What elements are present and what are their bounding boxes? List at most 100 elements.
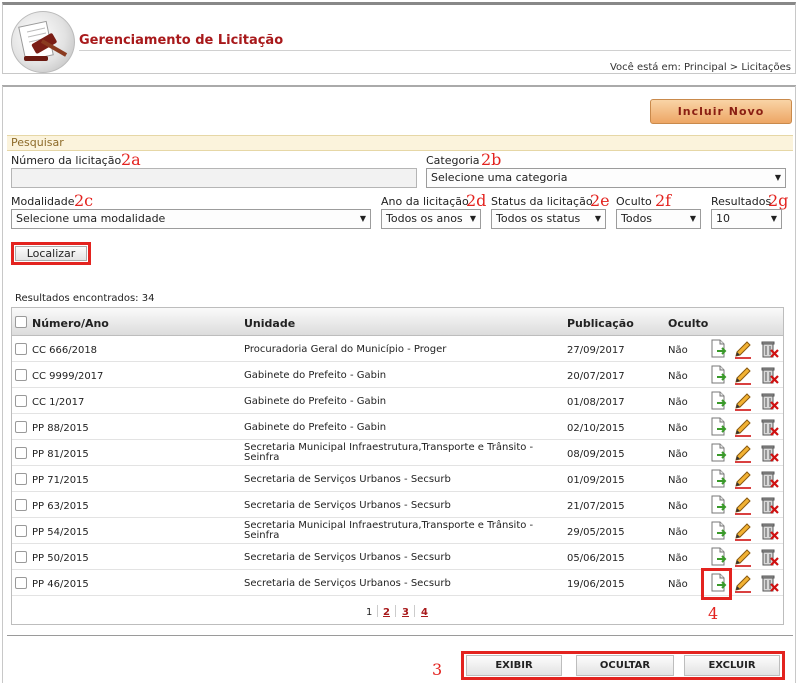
- export-icon[interactable]: [708, 521, 728, 541]
- cell-numero: CC 9999/2017: [32, 371, 104, 382]
- modalidade-label: Modalidade: [11, 195, 75, 208]
- table-row[interactable]: PP 88/2015 Gabinete do Prefeito - Gabin 02…: [12, 414, 783, 440]
- footer-divider: [7, 635, 793, 636]
- oculto-label: Oculto: [616, 195, 652, 208]
- row-checkbox[interactable]: [15, 421, 27, 433]
- row-checkbox[interactable]: [15, 343, 27, 355]
- cell-unidade: Gabinete do Prefeito - Gabin: [244, 396, 387, 407]
- export-icon[interactable]: [708, 495, 728, 515]
- cell-unidade: Secretaria Municipal Infraestrutura,Tran…: [244, 442, 534, 463]
- ano-select[interactable]: Todos os anos ▼: [381, 209, 481, 229]
- column-oculto[interactable]: Oculto: [668, 317, 708, 330]
- cell-oculto: Não: [668, 475, 688, 486]
- trash-delete-icon[interactable]: [759, 443, 779, 463]
- table-row[interactable]: CC 9999/2017 Gabinete do Prefeito - Gabin…: [12, 362, 783, 388]
- export-icon[interactable]: [708, 339, 728, 359]
- column-numero[interactable]: Número/Ano: [32, 317, 109, 330]
- status-select-value: Todos os status: [496, 212, 581, 225]
- export-icon[interactable]: [708, 469, 728, 489]
- cell-unidade: Procuradoria Geral do Município - Proger: [244, 344, 447, 355]
- resultados-select[interactable]: 10 ▼: [711, 209, 782, 229]
- row-checkbox[interactable]: [15, 499, 27, 511]
- column-unidade[interactable]: Unidade: [244, 317, 295, 330]
- row-checkbox[interactable]: [15, 551, 27, 563]
- find-button[interactable]: Localizar: [15, 246, 87, 261]
- table-row[interactable]: PP 54/2015 Secretaria Municipal Infraestr…: [12, 518, 783, 544]
- pencil-edit-icon[interactable]: [733, 443, 753, 463]
- trash-delete-icon[interactable]: [759, 417, 779, 437]
- annotation-2g: 2g: [768, 191, 789, 210]
- annotation-2c: 2c: [74, 191, 94, 210]
- chevron-down-icon: ▼: [774, 173, 781, 182]
- add-new-button[interactable]: Incluir Novo: [650, 99, 792, 124]
- header: Gerenciamento de Licitação Você está em:…: [2, 2, 796, 74]
- annotation-2a: 2a: [121, 150, 141, 169]
- export-icon[interactable]: [708, 391, 728, 411]
- pencil-edit-icon[interactable]: [733, 495, 753, 515]
- row-checkbox[interactable]: [15, 395, 27, 407]
- trash-delete-icon[interactable]: [759, 547, 779, 567]
- table-row[interactable]: CC 666/2018 Procuradoria Geral do Municíp…: [12, 336, 783, 362]
- ano-label: Ano da licitação: [381, 195, 469, 208]
- modalidade-select[interactable]: Selecione uma modalidade ▼: [11, 209, 371, 229]
- row-checkbox[interactable]: [15, 447, 27, 459]
- pagination-page-3[interactable]: 3: [402, 607, 409, 618]
- excluir-button[interactable]: EXCLUIR: [684, 655, 780, 676]
- trash-delete-icon[interactable]: [759, 495, 779, 515]
- export-icon[interactable]: [708, 365, 728, 385]
- chevron-down-icon: ▼: [594, 214, 601, 223]
- pagination-page-2[interactable]: 2: [383, 607, 390, 618]
- pencil-edit-icon[interactable]: [733, 391, 753, 411]
- trash-delete-icon[interactable]: [759, 521, 779, 541]
- table-row[interactable]: PP 50/2015 Secretaria de Serviços Urbanos…: [12, 544, 783, 570]
- categoria-select[interactable]: Selecione uma categoria ▼: [426, 168, 786, 188]
- row-checkbox[interactable]: [15, 577, 27, 589]
- status-select[interactable]: Todos os status ▼: [491, 209, 606, 229]
- trash-delete-icon[interactable]: [759, 573, 779, 593]
- row-checkbox[interactable]: [15, 473, 27, 485]
- row-checkbox[interactable]: [15, 525, 27, 537]
- pagination-separator: [395, 605, 396, 617]
- table-row[interactable]: PP 71/2015 Secretaria de Serviços Urbanos…: [12, 466, 783, 492]
- cell-numero: PP 54/2015: [32, 527, 89, 538]
- export-icon[interactable]: [708, 443, 728, 463]
- select-all-checkbox[interactable]: [15, 316, 27, 328]
- pencil-edit-icon[interactable]: [733, 547, 753, 567]
- column-publicacao[interactable]: Publicação: [567, 317, 634, 330]
- ocultar-button[interactable]: OCULTAR: [576, 655, 674, 676]
- table-row[interactable]: PP 63/2015 Secretaria de Serviços Urbanos…: [12, 492, 783, 518]
- row-checkbox[interactable]: [15, 369, 27, 381]
- pencil-edit-icon[interactable]: [733, 521, 753, 541]
- export-icon[interactable]: [708, 547, 728, 567]
- status-label: Status da licitação: [491, 195, 593, 208]
- annotation-2f: 2f: [655, 191, 672, 210]
- pencil-edit-icon[interactable]: [733, 573, 753, 593]
- table-row[interactable]: PP 46/2015 Secretaria de Serviços Urbanos…: [12, 570, 783, 596]
- annotation-2d: 2d: [466, 191, 487, 210]
- trash-delete-icon[interactable]: [759, 469, 779, 489]
- pencil-edit-icon[interactable]: [733, 417, 753, 437]
- resultados-select-value: 10: [716, 212, 730, 225]
- oculto-select[interactable]: Todos ▼: [616, 209, 701, 229]
- pencil-edit-icon[interactable]: [733, 469, 753, 489]
- trash-delete-icon[interactable]: [759, 391, 779, 411]
- categoria-select-value: Selecione uma categoria: [431, 171, 568, 184]
- table-row[interactable]: PP 81/2015 Secretaria Municipal Infraestr…: [12, 440, 783, 466]
- table-row[interactable]: CC 1/2017 Gabinete do Prefeito - Gabin 01/…: [12, 388, 783, 414]
- trash-delete-icon[interactable]: [759, 365, 779, 385]
- cell-publicacao: 29/05/2015: [567, 527, 625, 538]
- page-title: Gerenciamento de Licitação: [79, 33, 284, 48]
- title-underline: [79, 50, 791, 51]
- export-icon[interactable]: [708, 417, 728, 437]
- pencil-edit-icon[interactable]: [733, 339, 753, 359]
- cell-unidade: Secretaria de Serviços Urbanos - Secsurb: [244, 474, 451, 485]
- export-button-highlight: [701, 568, 732, 600]
- cell-numero: PP 88/2015: [32, 423, 89, 434]
- numero-input[interactable]: [11, 168, 417, 188]
- gavel-logo-icon: [11, 11, 75, 73]
- annotation-4: 4: [708, 604, 719, 623]
- trash-delete-icon[interactable]: [759, 339, 779, 359]
- pagination-page-4[interactable]: 4: [421, 607, 428, 618]
- exibir-button[interactable]: EXIBIR: [466, 655, 562, 676]
- pencil-edit-icon[interactable]: [733, 365, 753, 385]
